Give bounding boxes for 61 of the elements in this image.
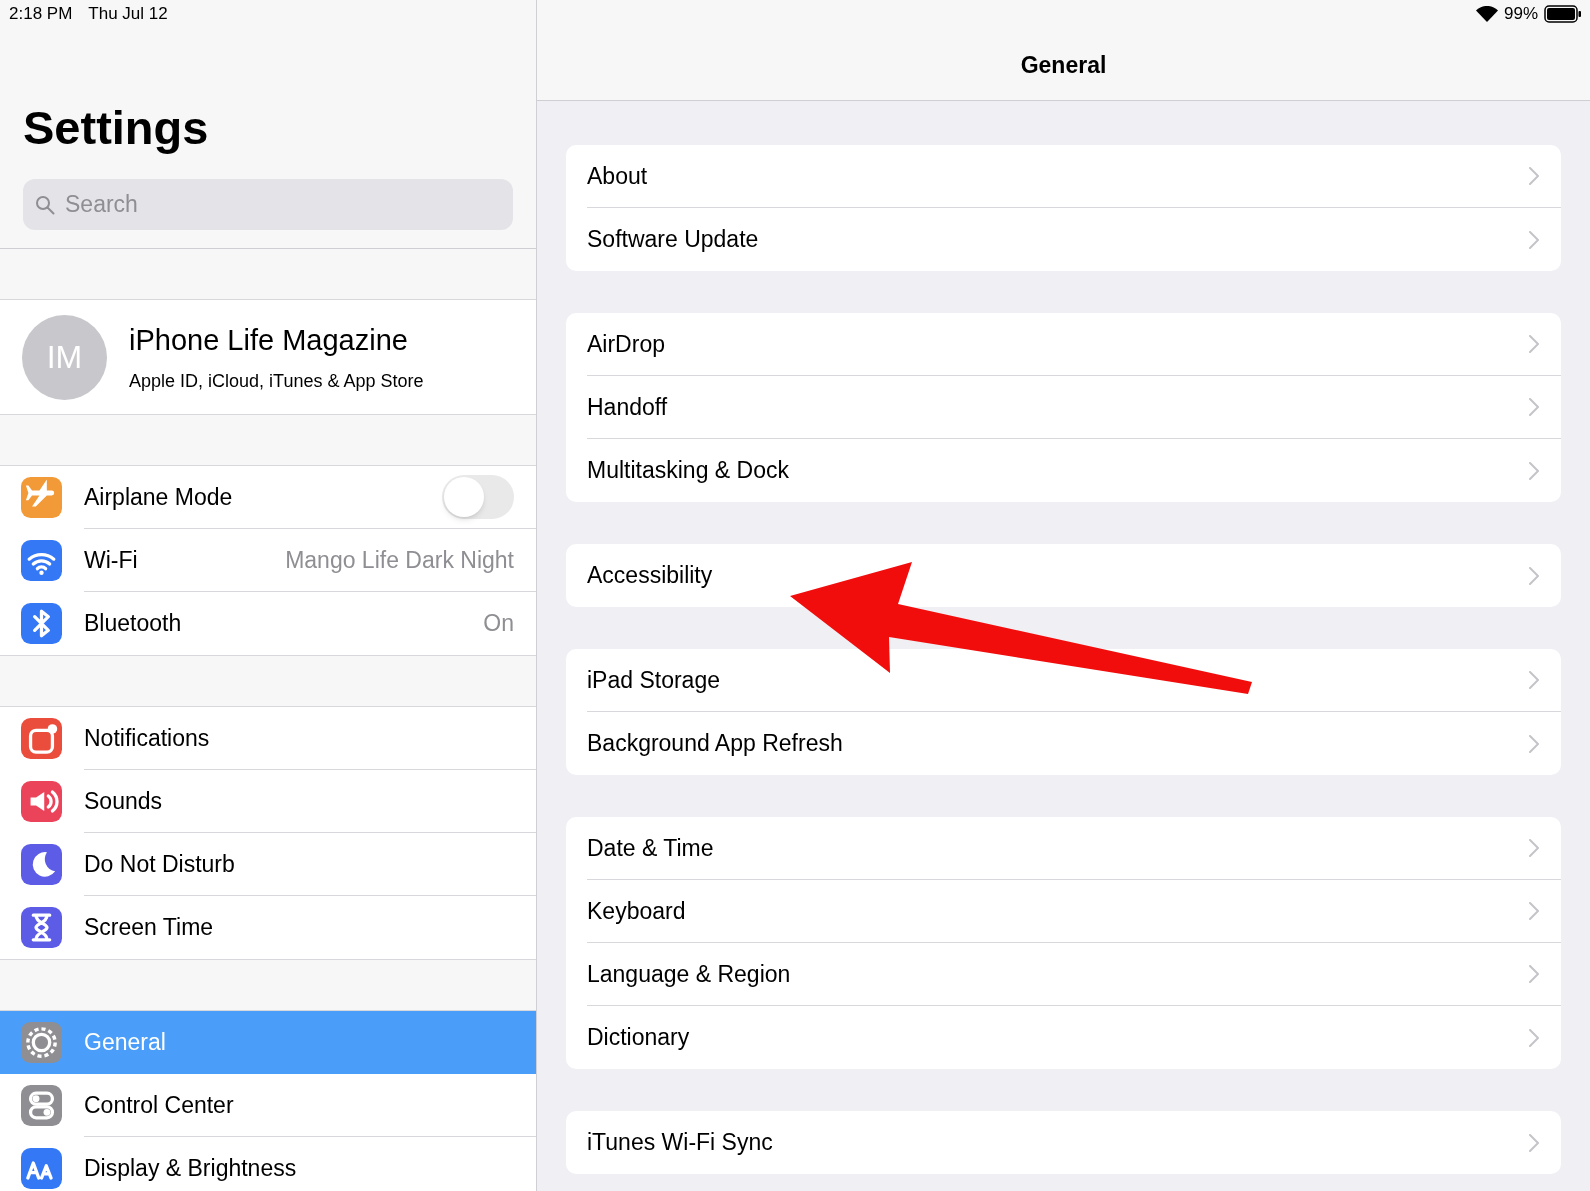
status-date: Thu Jul 12 — [88, 3, 168, 26]
row-label: Keyboard — [587, 896, 687, 926]
item-label: Notifications — [84, 723, 211, 753]
row-label: Language & Region — [587, 959, 792, 989]
row-label: Accessibility — [587, 561, 714, 591]
settings-row[interactable]: About — [587, 145, 1561, 208]
search-field[interactable]: Search — [23, 179, 513, 230]
row-label: iPad Storage — [587, 665, 721, 695]
settings-row[interactable]: Language & Region — [587, 943, 1561, 1006]
wifi-icon — [1475, 6, 1498, 22]
row-label: AirDrop — [587, 329, 666, 359]
item-value: On — [483, 609, 514, 639]
chevron-icon — [1529, 839, 1539, 857]
settings-row[interactable]: AirDrop — [587, 313, 1561, 376]
chevron-icon — [1529, 1028, 1539, 1047]
settings-row[interactable]: Background App Refresh — [587, 712, 1561, 775]
chevron-icon — [1529, 566, 1539, 585]
chevron-icon — [1529, 230, 1539, 249]
row-label: About — [587, 161, 649, 191]
settings-row[interactable]: Software Update — [587, 208, 1561, 271]
nav-title: General — [1019, 51, 1108, 80]
battery-percent: 99% — [1503, 3, 1538, 26]
item-value: Mango Life Dark Night — [285, 545, 514, 575]
settings-row[interactable]: Dictionary — [587, 1006, 1561, 1069]
chevron-icon — [1529, 671, 1539, 689]
battery-icon — [1544, 5, 1582, 23]
chevron-icon — [1529, 461, 1539, 480]
chevron-icon — [1529, 335, 1539, 353]
chevron-icon — [1529, 1133, 1539, 1152]
settings-row[interactable]: Date & Time — [587, 817, 1561, 880]
chevron-icon — [1529, 902, 1539, 920]
item-label: Sounds — [84, 786, 163, 816]
chevron-icon — [1529, 965, 1539, 983]
chevron-icon — [1529, 167, 1539, 185]
item-label: Display & Brightness — [84, 1154, 298, 1184]
chevron-icon — [1529, 398, 1539, 416]
chevron-icon — [1529, 734, 1539, 753]
profile-name: iPhone Life Magazine — [129, 322, 409, 358]
row-label: Software Update — [587, 225, 760, 255]
item-label: Airplane Mode — [84, 482, 234, 512]
row-label: Handoff — [587, 392, 669, 422]
row-label: Background App Refresh — [587, 729, 844, 759]
profile-card[interactable]: IM iPhone Life Magazine Apple ID, iCloud, iTunes & App Store — [0, 299, 536, 415]
row-label: Dictionary — [587, 1023, 691, 1053]
item-label: Do Not Disturb — [84, 849, 236, 879]
item-label: Control Center — [84, 1090, 235, 1120]
item-label: General — [84, 1028, 167, 1058]
row-label: Multitasking & Dock — [587, 456, 790, 486]
item-label: Bluetooth — [84, 609, 183, 639]
row-label: iTunes Wi-Fi Sync — [587, 1128, 774, 1158]
profile-subtitle: Apple ID, iCloud, iTunes & App Store — [129, 370, 424, 394]
item-label: Wi-Fi — [84, 545, 139, 575]
settings-row[interactable]: Handoff — [587, 376, 1561, 439]
toggle-switch[interactable] — [442, 475, 514, 519]
settings-row[interactable]: Multitasking & Dock — [587, 439, 1561, 502]
avatar: IM — [22, 314, 107, 400]
search-icon — [35, 195, 55, 215]
status-time: 2:18 PM — [9, 3, 73, 26]
item-label: Screen Time — [84, 913, 215, 943]
row-label: Date & Time — [587, 833, 715, 863]
settings-row[interactable]: Keyboard — [587, 880, 1561, 943]
